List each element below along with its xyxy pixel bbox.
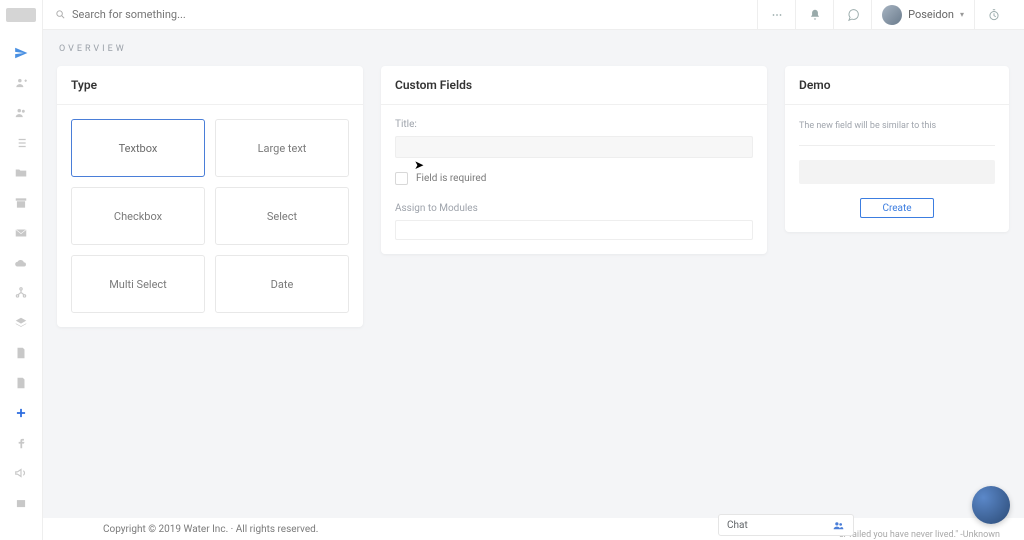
type-option-checkbox[interactable]: Checkbox bbox=[71, 187, 205, 245]
notifications-button[interactable] bbox=[795, 0, 833, 29]
sidebar-item-doc[interactable] bbox=[0, 338, 42, 368]
type-card-title: Type bbox=[57, 66, 363, 105]
more-button[interactable] bbox=[757, 0, 795, 29]
logo bbox=[6, 8, 36, 22]
demo-card: Demo The new field will be similar to th… bbox=[785, 66, 1009, 232]
sidebar-item-send[interactable] bbox=[0, 38, 42, 68]
assign-label: Assign to Modules bbox=[395, 203, 753, 214]
sidebar-item-cloud[interactable] bbox=[0, 248, 42, 278]
custom-fields-title: Custom Fields bbox=[381, 66, 767, 105]
sidebar-item-facebook[interactable] bbox=[0, 428, 42, 458]
demo-separator bbox=[799, 145, 995, 146]
chat-bubble[interactable] bbox=[972, 486, 1010, 524]
sidebar-item-user-add[interactable] bbox=[0, 68, 42, 98]
chat-label: Chat bbox=[727, 520, 748, 531]
chat-widget[interactable]: Chat bbox=[718, 514, 854, 536]
sidebar-item-announce[interactable] bbox=[0, 458, 42, 488]
sidebar-item-org[interactable] bbox=[0, 278, 42, 308]
sidebar-item-archive[interactable] bbox=[0, 188, 42, 218]
demo-hint: The new field will be similar to this bbox=[799, 119, 995, 145]
title-input[interactable] bbox=[395, 136, 753, 158]
custom-fields-card: Custom Fields Title: Field is required A… bbox=[381, 66, 767, 254]
create-button[interactable]: Create bbox=[860, 198, 934, 218]
type-option-select[interactable]: Select bbox=[215, 187, 349, 245]
sidebar-item-doc2[interactable] bbox=[0, 368, 42, 398]
assign-modules-input[interactable] bbox=[395, 220, 753, 240]
sidebar-item-users[interactable] bbox=[0, 98, 42, 128]
timer-button[interactable] bbox=[974, 0, 1012, 29]
topbar: Poseidon ▾ bbox=[43, 0, 1024, 30]
sidebar-item-mail[interactable] bbox=[0, 218, 42, 248]
overview-label: OVERVIEW bbox=[59, 44, 1010, 54]
required-label: Field is required bbox=[416, 173, 486, 184]
title-label: Title: bbox=[395, 119, 753, 130]
type-option-date[interactable]: Date bbox=[215, 255, 349, 313]
type-option-largetext[interactable]: Large text bbox=[215, 119, 349, 177]
people-icon bbox=[832, 519, 845, 532]
sidebar-item-folder[interactable] bbox=[0, 158, 42, 188]
avatar bbox=[882, 5, 902, 25]
sidebar-item-box[interactable] bbox=[0, 488, 42, 518]
search-input[interactable] bbox=[72, 8, 372, 21]
user-menu[interactable]: Poseidon ▾ bbox=[871, 0, 974, 29]
type-option-textbox[interactable]: Textbox bbox=[71, 119, 205, 177]
sidebar-item-add[interactable] bbox=[0, 398, 42, 428]
footer-quote: er failed you have never lived." -Unknow… bbox=[839, 530, 1000, 540]
sidebar-item-list[interactable] bbox=[0, 128, 42, 158]
search-icon bbox=[55, 9, 66, 20]
type-card: Type Textbox Large text Checkbox Select … bbox=[57, 66, 363, 327]
user-name: Poseidon bbox=[908, 8, 954, 21]
demo-preview bbox=[799, 160, 995, 184]
messages-button[interactable] bbox=[833, 0, 871, 29]
type-option-multiselect[interactable]: Multi Select bbox=[71, 255, 205, 313]
search bbox=[55, 8, 757, 21]
sidebar bbox=[0, 0, 43, 540]
required-checkbox[interactable] bbox=[395, 172, 408, 185]
demo-card-title: Demo bbox=[785, 66, 1009, 105]
chevron-down-icon: ▾ bbox=[960, 10, 964, 19]
sidebar-item-layers[interactable] bbox=[0, 308, 42, 338]
